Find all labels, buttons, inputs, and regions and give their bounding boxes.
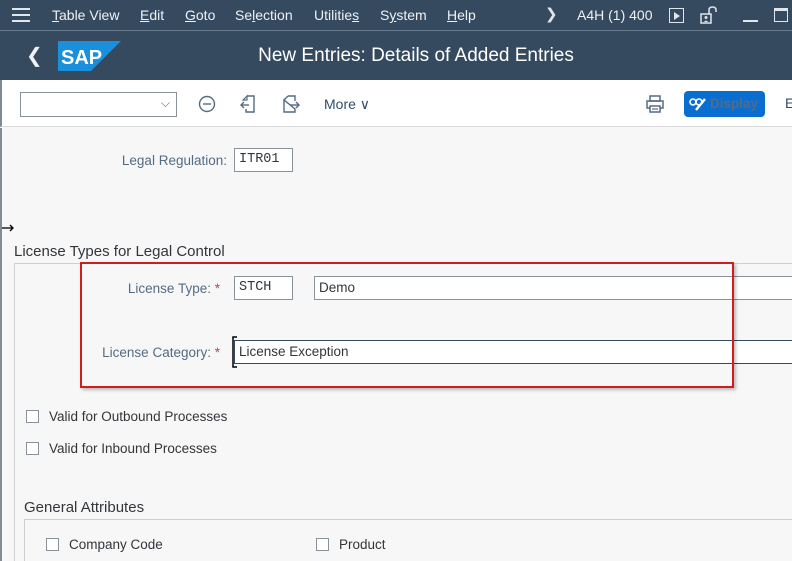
command-field[interactable]: ⌵ [20,92,177,117]
legal-regulation-field[interactable]: ITR01 [234,148,293,172]
menu-table-view[interactable]: Table View [52,7,119,23]
overflow-button[interactable]: E [785,95,792,111]
play-icon[interactable] [669,8,684,23]
next-entry-icon[interactable] [280,93,302,115]
menu-icon[interactable] [12,8,30,22]
license-type-description-field: Demo [314,276,792,300]
valid-outbound-label: Valid for Outbound Processes [49,409,228,424]
valid-inbound-label: Valid for Inbound Processes [49,441,217,456]
required-marker: * [214,345,220,360]
menu-selection[interactable]: Selection [235,7,293,23]
license-category-label: License Category: * [62,345,220,360]
menu-system[interactable]: System [380,7,427,23]
chevron-down-icon: ∨ [359,96,371,112]
menu-goto[interactable]: Goto [185,7,215,23]
text-cursor-icon [232,336,237,368]
chevron-right-icon[interactable]: ❯ [545,5,558,23]
valid-inbound-checkbox[interactable] [26,442,39,455]
product-checkbox[interactable] [316,538,329,551]
mouse-cursor-icon [2,224,14,232]
display-change-icon [689,98,706,111]
menu-edit[interactable]: Edit [140,7,164,23]
required-marker: * [214,281,220,296]
menu-utilities[interactable]: Utilities [314,7,359,23]
content-area: Legal Regulation: ITR01 License Types fo… [0,128,792,561]
valid-outbound-checkbox[interactable] [26,410,39,423]
system-info: A4H (1) 400 [577,7,653,23]
license-category-field[interactable]: License Exception [234,340,792,364]
product-label: Product [339,537,386,552]
page-title: New Entries: Details of Added Entries [258,45,574,66]
unlock-icon[interactable] [700,6,718,24]
general-attributes-section-title: General Attributes [24,499,145,516]
display-label: Display [710,96,759,111]
application-toolbar: ⌵ More ∨ Display E [0,80,792,127]
menu-help[interactable]: Help [447,7,476,23]
license-type-field[interactable]: STCH [234,276,293,300]
more-menu-button[interactable]: More ∨ [324,96,370,113]
maximize-icon[interactable] [774,8,788,22]
display-button[interactable]: Display [684,91,765,117]
menu-bar: Table View Edit Goto Selection Utilities… [0,0,792,31]
license-types-section-title: License Types for Legal Control [14,243,225,260]
license-category-label-text: License Category: [102,345,211,360]
more-label: More [324,96,356,112]
legal-regulation-label: Legal Regulation: [121,153,227,168]
license-type-label-text: License Type: [127,281,211,296]
previous-entry-icon[interactable] [238,93,260,115]
shell-bar: ❮ SAP New Entries: Details of Added Entr… [0,31,792,80]
minimize-icon[interactable] [743,20,758,22]
cancel-icon[interactable] [196,93,218,115]
chevron-down-icon[interactable]: ⌵ [161,96,170,111]
company-code-label: Company Code [69,537,163,552]
company-code-checkbox[interactable] [46,538,59,551]
license-type-label: License Type: * [62,281,220,296]
print-icon[interactable] [645,94,665,114]
